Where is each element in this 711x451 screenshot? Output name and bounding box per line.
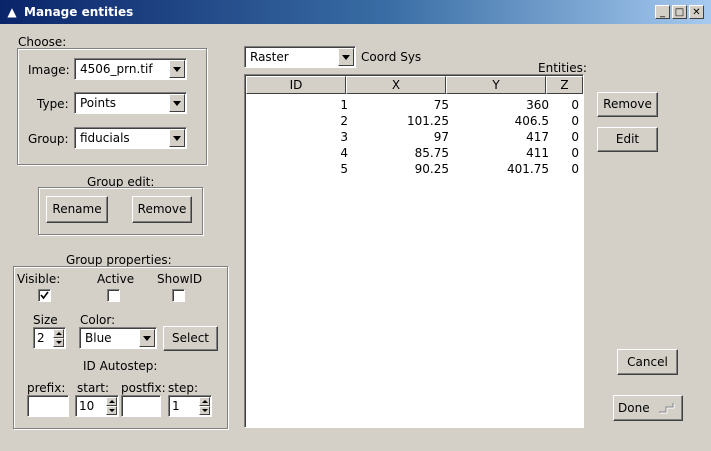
cell-z: 0 [571, 114, 579, 128]
chevron-down-icon[interactable] [338, 48, 354, 66]
coord-system-value: Raster [250, 50, 289, 64]
start-label: start: [77, 381, 109, 395]
app-icon: ▲ [7, 5, 17, 19]
cell-y: 406.5 [514, 114, 549, 128]
column-header-y[interactable]: Y [446, 76, 546, 94]
prefix-label: prefix: [27, 381, 66, 395]
cell-z: 0 [571, 130, 579, 144]
cell-id: 2 [340, 114, 348, 128]
cell-x: 75 [433, 98, 449, 112]
column-header-id[interactable]: ID [246, 76, 346, 94]
showid-label: ShowID [157, 272, 203, 286]
stepper-down-icon[interactable] [106, 406, 117, 415]
chevron-down-icon[interactable] [169, 60, 185, 78]
size-label: Size [33, 313, 58, 327]
checkmark-icon [40, 291, 49, 300]
postfix-input[interactable] [121, 395, 161, 417]
cell-y: 401.75 [507, 162, 549, 176]
group-label: Group: [28, 132, 69, 146]
chevron-down-icon[interactable] [139, 329, 155, 347]
cell-x: 90.25 [414, 162, 449, 176]
remove-group-button[interactable]: Remove [132, 196, 192, 223]
id-autostep-label: ID Autostep: [83, 359, 158, 373]
cell-id: 5 [340, 162, 348, 176]
done-label: Done [618, 401, 650, 415]
enter-key-icon [659, 403, 675, 414]
stepper-up-icon[interactable] [106, 397, 117, 406]
column-header-x[interactable]: X [346, 76, 446, 94]
rename-group-button[interactable]: Rename [46, 196, 108, 223]
group-select-value: fiducials [80, 131, 130, 145]
select-color-button[interactable]: Select [163, 326, 218, 351]
maximize-button[interactable]: □ [672, 5, 687, 19]
type-label: Type: [37, 97, 69, 111]
cancel-button[interactable]: Cancel [617, 349, 678, 375]
cell-z: 0 [571, 146, 579, 160]
cell-id: 3 [340, 130, 348, 144]
visible-checkbox[interactable] [38, 289, 51, 302]
size-stepper[interactable]: 2 [33, 327, 66, 349]
cell-x: 101.25 [407, 114, 449, 128]
chevron-down-icon[interactable] [169, 94, 185, 112]
active-checkbox[interactable] [107, 289, 120, 302]
active-label: Active [97, 272, 135, 286]
visible-label: Visible: [17, 272, 61, 286]
color-select-value: Blue [85, 331, 112, 345]
stepper-up-icon[interactable] [53, 329, 64, 338]
color-select[interactable]: Blue [79, 327, 157, 349]
cell-y: 360 [526, 98, 549, 112]
cell-z: 0 [571, 98, 579, 112]
step-label: step: [168, 381, 198, 395]
coord-sys-label: Coord Sys [361, 50, 422, 64]
edit-entity-button[interactable]: Edit [597, 127, 658, 152]
postfix-label: postfix: [121, 381, 166, 395]
prefix-input[interactable] [27, 395, 69, 417]
done-button[interactable]: Done [613, 395, 683, 421]
start-value: 10 [79, 399, 95, 413]
color-label: Color: [80, 313, 116, 327]
cell-y: 417 [526, 130, 549, 144]
cell-y: 411 [526, 146, 549, 160]
cell-id: 1 [340, 98, 348, 112]
coord-system-select[interactable]: Raster [244, 46, 356, 68]
image-select-value: 4506_prn.tif [80, 62, 153, 76]
entities-table[interactable]: ID X Y Z 1 75 360 0 2 101.25 406.5 0 3 9… [244, 74, 584, 428]
window-title: Manage entities [24, 5, 134, 19]
size-value: 2 [37, 331, 45, 345]
type-select[interactable]: Points [74, 92, 187, 114]
type-select-value: Points [80, 96, 117, 110]
image-label: Image: [28, 63, 70, 77]
image-select[interactable]: 4506_prn.tif [74, 58, 187, 80]
showid-checkbox[interactable] [172, 289, 185, 302]
cell-x: 97 [433, 130, 449, 144]
remove-entity-button[interactable]: Remove [597, 92, 658, 117]
stepper-up-icon[interactable] [199, 397, 210, 406]
group-select[interactable]: fiducials [74, 127, 187, 149]
cell-x: 85.75 [414, 146, 449, 160]
step-stepper[interactable]: 1 [168, 395, 212, 417]
stepper-down-icon[interactable] [53, 338, 64, 347]
cell-id: 4 [340, 146, 348, 160]
stepper-down-icon[interactable] [199, 406, 210, 415]
minimize-button[interactable]: _ [655, 5, 670, 19]
chevron-down-icon[interactable] [169, 129, 185, 147]
cell-z: 0 [571, 162, 579, 176]
column-header-z[interactable]: Z [546, 76, 583, 94]
close-button[interactable]: ✕ [689, 5, 704, 19]
start-stepper[interactable]: 10 [75, 395, 119, 417]
step-value: 1 [172, 399, 180, 413]
